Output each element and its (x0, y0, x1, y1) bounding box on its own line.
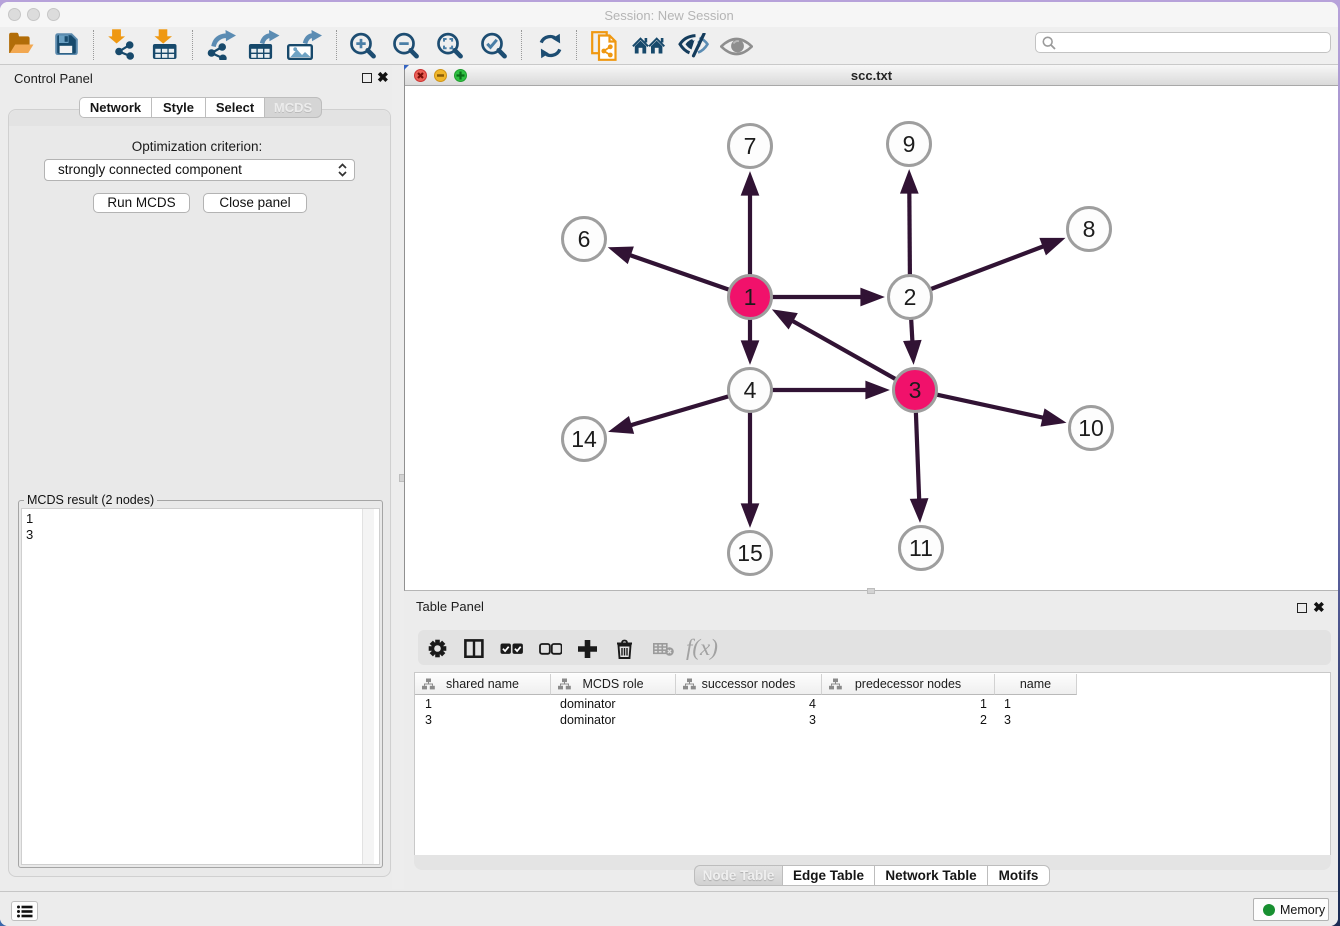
svg-text:10: 10 (1078, 415, 1104, 441)
svg-text:2: 2 (904, 284, 917, 310)
svg-text:7: 7 (744, 133, 757, 159)
svg-text:15: 15 (737, 540, 763, 566)
svg-text:1: 1 (744, 284, 757, 310)
svg-text:6: 6 (578, 226, 591, 252)
svg-text:9: 9 (903, 131, 916, 157)
svg-text:14: 14 (571, 426, 597, 452)
svg-text:11: 11 (909, 535, 933, 561)
svg-text:4: 4 (744, 377, 757, 403)
svg-text:3: 3 (909, 377, 922, 403)
svg-text:8: 8 (1083, 216, 1096, 242)
